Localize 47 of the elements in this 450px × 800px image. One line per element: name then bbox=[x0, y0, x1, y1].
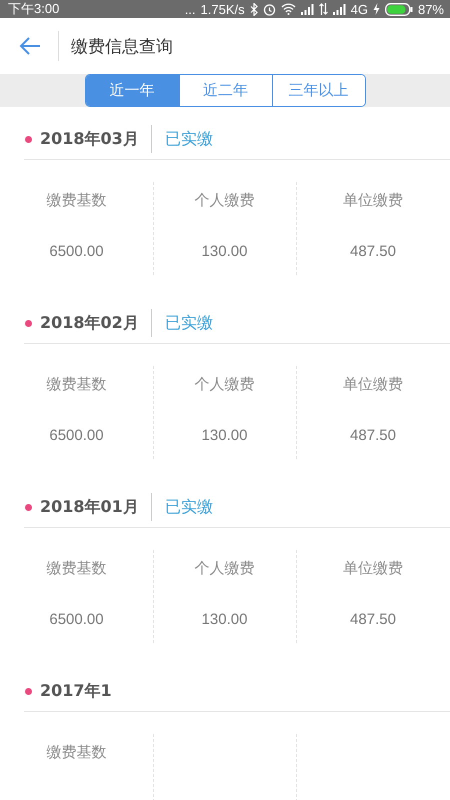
status-time: 下午3:00 bbox=[8, 0, 60, 18]
network-type: 4G bbox=[350, 2, 368, 16]
record-month: 2018年02月 bbox=[40, 312, 139, 334]
wifi-icon bbox=[280, 3, 296, 15]
payment-status: 已实缴 bbox=[164, 128, 213, 150]
field-label: 缴费基数 bbox=[46, 190, 106, 210]
field-value: 6500.00 bbox=[49, 426, 104, 446]
record-month: 2018年03月 bbox=[40, 128, 139, 150]
field-value: 6500.00 bbox=[49, 610, 104, 630]
field-label: 个人缴费 bbox=[194, 190, 254, 210]
field-value: 130.00 bbox=[202, 610, 248, 630]
bullet-dot bbox=[25, 688, 32, 694]
alarm-icon bbox=[262, 2, 276, 16]
battery-percent: 87% bbox=[418, 2, 444, 16]
charging-icon bbox=[372, 3, 380, 15]
field-label: 单位缴费 bbox=[343, 374, 403, 394]
record-month: 2018年01月 bbox=[40, 496, 139, 518]
field-value: 487.50 bbox=[350, 610, 396, 630]
field-label: 单位缴费 bbox=[343, 190, 403, 210]
back-arrow-icon bbox=[18, 36, 42, 56]
field-label: 缴费基数 bbox=[46, 374, 106, 394]
bullet-dot bbox=[25, 320, 32, 326]
period-tab[interactable]: 近一年 bbox=[86, 75, 178, 106]
field-value: 487.50 bbox=[350, 242, 396, 262]
field-label: 个人缴费 bbox=[194, 558, 254, 578]
field-label: 缴费基数 bbox=[46, 742, 106, 762]
bluetooth-icon bbox=[250, 2, 258, 16]
signal-icon bbox=[300, 4, 314, 14]
payment-status: 已实缴 bbox=[164, 312, 213, 334]
field-value: 6500.00 bbox=[49, 242, 104, 262]
status-dots: ... bbox=[184, 2, 196, 16]
period-tab[interactable]: 三年以上 bbox=[272, 75, 364, 106]
bullet-dot bbox=[25, 136, 32, 142]
field-label: 个人缴费 bbox=[194, 374, 254, 394]
data-arrows-icon bbox=[318, 3, 328, 15]
bullet-dot bbox=[25, 504, 32, 510]
signal-icon bbox=[332, 4, 346, 14]
field-value: 130.00 bbox=[202, 426, 248, 446]
field-label: 缴费基数 bbox=[46, 558, 106, 578]
network-speed: 1.75K/s bbox=[200, 2, 245, 16]
field-label: 单位缴费 bbox=[343, 558, 403, 578]
field-value: 130.00 bbox=[202, 242, 248, 262]
page-title: 缴费信息查询 bbox=[71, 36, 173, 58]
battery-icon bbox=[384, 2, 413, 16]
field-value: 487.50 bbox=[350, 426, 396, 446]
payment-status: 已实缴 bbox=[164, 496, 213, 518]
record-month: 2017年1 bbox=[40, 680, 112, 702]
